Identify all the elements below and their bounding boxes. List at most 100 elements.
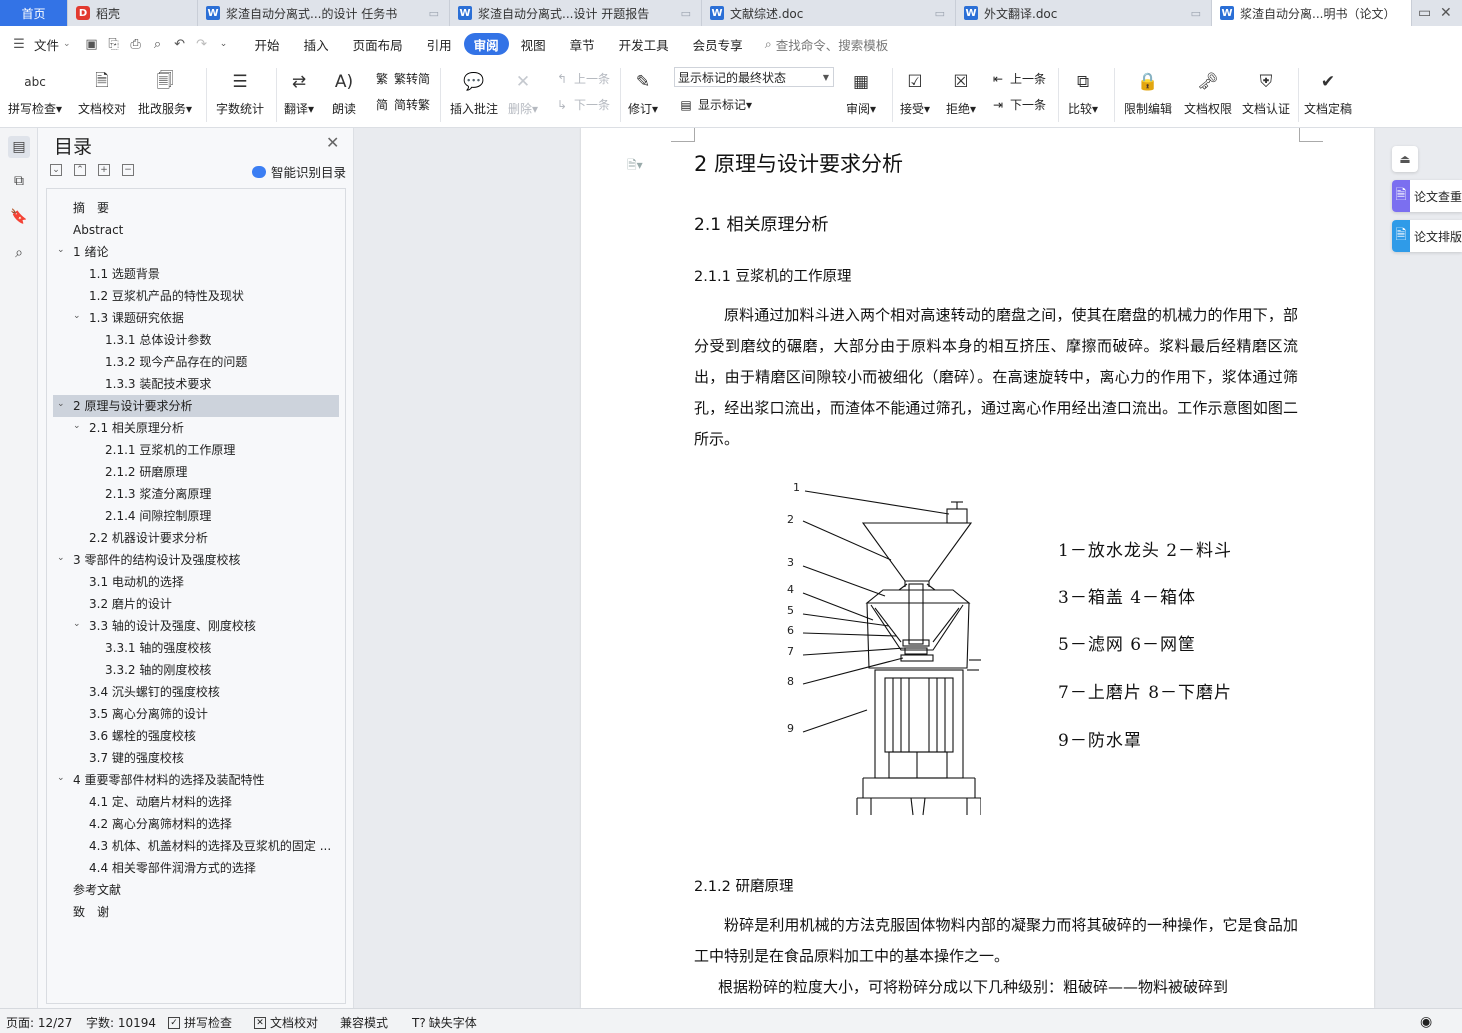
next-change-button[interactable]: ⇥ 下一条 xyxy=(990,96,1046,113)
prev-change-button[interactable]: ⇤ 上一条 xyxy=(990,70,1046,87)
markup-state-select[interactable]: 显示标记的最终状态 ▼ xyxy=(674,67,834,87)
reject-button[interactable]: ☒ 拒绝▾ xyxy=(946,68,976,117)
toc-item[interactable]: 2.1.2 研磨原理 xyxy=(47,461,345,483)
toc-item[interactable]: ⌄ 3 零部件的结构设计及强度校核 xyxy=(47,549,345,571)
tab-doc-proposal[interactable]: W 浆渣自动分离式...设计 开题报告 ▭ xyxy=(450,0,702,26)
doc-certify-button[interactable]: ⛨ 文档认证 xyxy=(1242,68,1290,117)
menu-developer[interactable]: 开发工具 xyxy=(607,33,681,55)
menu-view[interactable]: 视图 xyxy=(509,33,558,55)
tab-doc-task[interactable]: W 浆渣自动分离式...的设计 任务书 ▭ xyxy=(198,0,450,26)
page-indicator[interactable]: 页面: 12/27 xyxy=(6,1014,72,1031)
tab-doc-thesis[interactable]: W 浆渣自动分离...明书（论文） xyxy=(1212,0,1412,26)
doc-proof-button[interactable]: 🗎 文档校对 xyxy=(78,68,126,117)
word-count-indicator[interactable]: 字数: 10194 xyxy=(86,1014,156,1031)
close-tab-icon[interactable]: ✕ xyxy=(1440,0,1452,26)
paper-format-button[interactable]: 🗎 论文排版 xyxy=(1392,220,1462,252)
toc-item[interactable]: 摘 要 xyxy=(47,197,345,219)
doc-finalize-button[interactable]: ✔ 文档定稿 xyxy=(1304,68,1352,117)
bookmark-icon[interactable]: 🔖 xyxy=(8,206,30,228)
menu-page-layout[interactable]: 页面布局 xyxy=(341,33,415,55)
toc-item[interactable]: 2.1.4 间隙控制原理 xyxy=(47,505,345,527)
export-pdf-icon[interactable]: ⎘ xyxy=(103,33,125,55)
smart-toc-button[interactable]: 智能识别目录 xyxy=(252,162,346,181)
accept-button[interactable]: ☑ 接受▾ xyxy=(900,68,930,117)
delete-comment-button[interactable]: ✕ 删除▾ xyxy=(508,68,538,117)
toc-item[interactable]: 3.1 电动机的选择 xyxy=(47,571,345,593)
chapter-nav-icon[interactable]: ⧉ xyxy=(8,170,30,192)
print-icon[interactable]: ⎙ xyxy=(125,33,147,55)
cloud-icon[interactable]: ▭ xyxy=(1418,0,1431,26)
missing-font-button[interactable]: T? 缺失字体 xyxy=(412,1014,477,1031)
status-doc-proof[interactable]: ✕ 文档校对 xyxy=(254,1014,318,1031)
compare-button[interactable]: ⧉ 比较▾ xyxy=(1068,68,1098,117)
restrict-edit-button[interactable]: 🔒 限制编辑 xyxy=(1124,68,1172,117)
expand-arrow-icon[interactable]: ⌄ xyxy=(57,395,65,415)
toc-item[interactable]: 4.2 离心分离筛材料的选择 xyxy=(47,813,345,835)
status-spell-check[interactable]: ✓ 拼写检查 xyxy=(168,1014,232,1031)
print-preview-icon[interactable]: ⌕ xyxy=(147,33,169,55)
add-heading-icon[interactable]: + xyxy=(98,164,110,176)
toc-item[interactable]: 2.1.1 豆浆机的工作原理 xyxy=(47,439,345,461)
toc-item[interactable]: ⌄ 3.3 轴的设计及强度、刚度校核 xyxy=(47,615,345,637)
toc-item[interactable]: 1.3.1 总体设计参数 xyxy=(47,329,345,351)
find-icon[interactable]: ⌕ xyxy=(8,242,30,264)
toc-item[interactable]: 致 谢 xyxy=(47,901,345,923)
toc-item[interactable]: 3.2 磨片的设计 xyxy=(47,593,345,615)
read-aloud-button[interactable]: A) 朗读 xyxy=(330,68,358,117)
insert-comment-button[interactable]: 💬 插入批注 xyxy=(450,68,498,117)
undo-icon[interactable]: ↶ xyxy=(169,33,191,55)
word-count-button[interactable]: ☰ 字数统计 xyxy=(216,68,264,117)
revise-service-button[interactable]: 🗐 批改服务▾ xyxy=(138,68,192,117)
toc-item[interactable]: 3.5 离心分离筛的设计 xyxy=(47,703,345,725)
expand-arrow-icon[interactable]: ⌄ xyxy=(73,307,81,327)
expand-arrow-icon[interactable]: ⌄ xyxy=(57,769,65,789)
toc-item[interactable]: 3.3.1 轴的强度校核 xyxy=(47,637,345,659)
tab-doc-review[interactable]: W 文献综述.doc ▭ xyxy=(702,0,956,26)
collapse-all-icon[interactable]: ⌄ xyxy=(50,164,62,176)
toc-item[interactable]: ⌄ 2.1 相关原理分析 xyxy=(47,417,345,439)
toc-item[interactable]: 2.1.3 浆渣分离原理 xyxy=(47,483,345,505)
review-pane-button[interactable]: ▦ 审阅▾ xyxy=(846,68,876,117)
expand-arrow-icon[interactable]: ⌄ xyxy=(57,241,65,261)
tab-doc-translation[interactable]: W 外文翻译.doc ▭ xyxy=(956,0,1212,26)
tab-home[interactable]: 首页 xyxy=(0,0,68,26)
menu-insert[interactable]: 插入 xyxy=(292,33,341,55)
prev-comment-button[interactable]: ↰ 上一条 xyxy=(554,70,610,87)
command-search[interactable]: ⌕ 查找命令、搜索模板 xyxy=(765,35,889,54)
toc-item[interactable]: 1.1 选题背景 xyxy=(47,263,345,285)
toc-item[interactable]: 2.2 机器设计要求分析 xyxy=(47,527,345,549)
paper-check-button[interactable]: 🗎 论文查重 xyxy=(1392,180,1462,212)
toc-item[interactable]: ⌄ 1 绪论 xyxy=(47,241,345,263)
toc-item[interactable]: 4.4 相关零部件润滑方式的选择 xyxy=(47,857,345,879)
toc-item[interactable]: 3.7 键的强度校核 xyxy=(47,747,345,769)
collapse-panel-icon[interactable]: ⏏ xyxy=(1392,146,1418,172)
toc-panel-icon[interactable]: ▤ xyxy=(8,136,30,158)
expand-up-icon[interactable]: ⌃ xyxy=(74,164,86,176)
menu-section[interactable]: 章节 xyxy=(558,33,607,55)
eye-protection-icon[interactable]: ◉ xyxy=(1420,1014,1432,1030)
trad-to-simp-button[interactable]: 繁繁转简 xyxy=(374,70,430,87)
toc-item[interactable]: 3.4 沉头螺钉的强度校核 xyxy=(47,681,345,703)
simp-to-trad-button[interactable]: 简简转繁 xyxy=(374,96,430,113)
menu-home[interactable]: 开始 xyxy=(243,33,292,55)
toc-item[interactable]: 参考文献 xyxy=(47,879,345,901)
menu-member[interactable]: 会员专享 xyxy=(681,33,755,55)
document-page[interactable]: 🗎▾ 2 原理与设计要求分析 2.1 相关原理分析 2.1.1 豆浆机的工作原理… xyxy=(581,128,1374,1008)
menu-review[interactable]: 审阅 xyxy=(463,33,509,55)
toc-item[interactable]: 4.3 机体、机盖材料的选择及豆浆机的固定 ... xyxy=(47,835,345,857)
doc-permission-button[interactable]: 🗝 文档权限 xyxy=(1184,68,1232,117)
next-comment-button[interactable]: ↳ 下一条 xyxy=(554,96,610,113)
track-changes-button[interactable]: ✎ 修订▾ xyxy=(628,68,658,117)
menu-references[interactable]: 引用 xyxy=(415,33,464,55)
expand-arrow-icon[interactable]: ⌄ xyxy=(57,549,65,569)
paragraph-handle-icon[interactable]: 🗎▾ xyxy=(627,156,643,177)
expand-arrow-icon[interactable]: ⌄ xyxy=(73,417,81,437)
toc-item[interactable]: 1.3.3 装配技术要求 xyxy=(47,373,345,395)
toc-item[interactable]: 3.3.2 轴的刚度校核 xyxy=(47,659,345,681)
tab-daoke[interactable]: D 稻壳 xyxy=(68,0,198,26)
toc-item[interactable]: 4.1 定、动磨片材料的选择 xyxy=(47,791,345,813)
spell-check-button[interactable]: abc 拼写检查▾ xyxy=(8,68,62,117)
close-icon[interactable]: ✕ xyxy=(326,133,339,152)
translate-button[interactable]: ⇄ 翻译▾ xyxy=(284,68,314,117)
file-menu[interactable]: 文件 ⌄ xyxy=(30,33,75,55)
